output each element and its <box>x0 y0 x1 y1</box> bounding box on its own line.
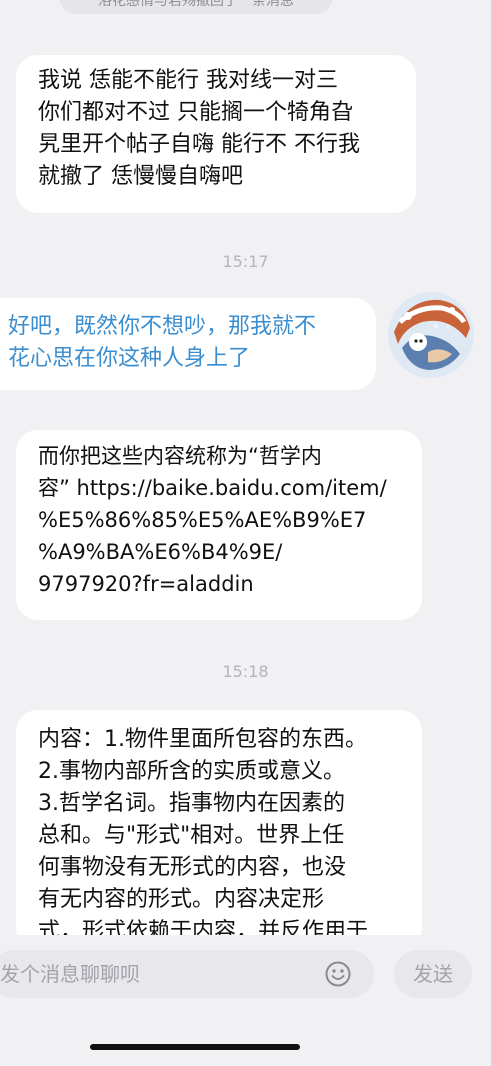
message-line: 就撤了 恁慢慢自嗨吧 <box>38 164 243 189</box>
message-line: 有无内容的形式。内容决定形 <box>38 887 325 912</box>
recall-notice: 洛花感情与君殇撤回了一条消息 <box>60 0 332 14</box>
message-line: 花心思在你这种人身上了 <box>8 346 251 371</box>
message-link[interactable]: 容” https://baike.baidu.com/item/ <box>38 472 402 504</box>
timestamp: 15:18 <box>222 662 269 681</box>
smiley-icon[interactable] <box>324 960 352 988</box>
message-line: 3.哲学名词。指事物内在因素的 <box>38 791 345 816</box>
message-line: 而你把这些内容统称为“哲学内 <box>38 444 322 468</box>
message-link[interactable]: 9797920?fr=aladdin <box>38 568 402 600</box>
message-line: 旯里开个帖子自嗨 能行不 不行我 <box>38 132 360 157</box>
message-line: 式，形式依赖于内容，并反作用于 <box>38 919 369 935</box>
message-line: 内容：1.物件里面所包容的东西。 <box>38 727 367 752</box>
send-button[interactable]: 发送 <box>394 950 472 998</box>
chat-area[interactable]: 洛花感情与君殇撤回了一条消息 我说 恁能不能行 我对线一对三 你们都对不过 只能… <box>0 0 491 935</box>
message-bubble-received[interactable]: 我说 恁能不能行 我对线一对三 你们都对不过 只能搁一个犄角旮 旯里开个帖子自嗨… <box>16 55 416 213</box>
timestamp: 15:17 <box>222 252 269 271</box>
message-line: 好吧，既然你不想吵，那我就不 <box>8 314 317 339</box>
message-bubble-received[interactable]: 而你把这些内容统称为“哲学内 容” https://baike.baidu.co… <box>16 430 422 620</box>
message-bubble-sent[interactable]: 好吧，既然你不想吵，那我就不 花心思在你这种人身上了 <box>0 298 376 390</box>
message-line: 总和。与"形式"相对。世界上任 <box>38 823 345 848</box>
message-bubble-received[interactable]: 内容：1.物件里面所包容的东西。 2.事物内部所含的实质或意义。 3.哲学名词。… <box>16 710 422 935</box>
message-line: 你们都对不过 只能搁一个犄角旮 <box>38 100 353 125</box>
home-indicator[interactable] <box>90 1044 300 1050</box>
message-link[interactable]: %E5%86%85%E5%AE%B9%E7 <box>38 504 402 536</box>
avatar-image: A T <box>388 292 474 378</box>
message-line: 我说 恁能不能行 我对线一对三 <box>38 68 338 93</box>
message-line: 何事物没有无形式的内容，也没 <box>38 855 347 880</box>
message-link[interactable]: %A9%BA%E6%B4%9E/ <box>38 536 402 568</box>
svg-text:T: T <box>445 325 450 332</box>
message-input[interactable]: 发个消息聊聊呗 <box>0 950 374 998</box>
avatar[interactable]: A T <box>388 292 474 378</box>
message-line: 2.事物内部所含的实质或意义。 <box>38 759 345 784</box>
input-placeholder: 发个消息聊聊呗 <box>0 962 140 986</box>
